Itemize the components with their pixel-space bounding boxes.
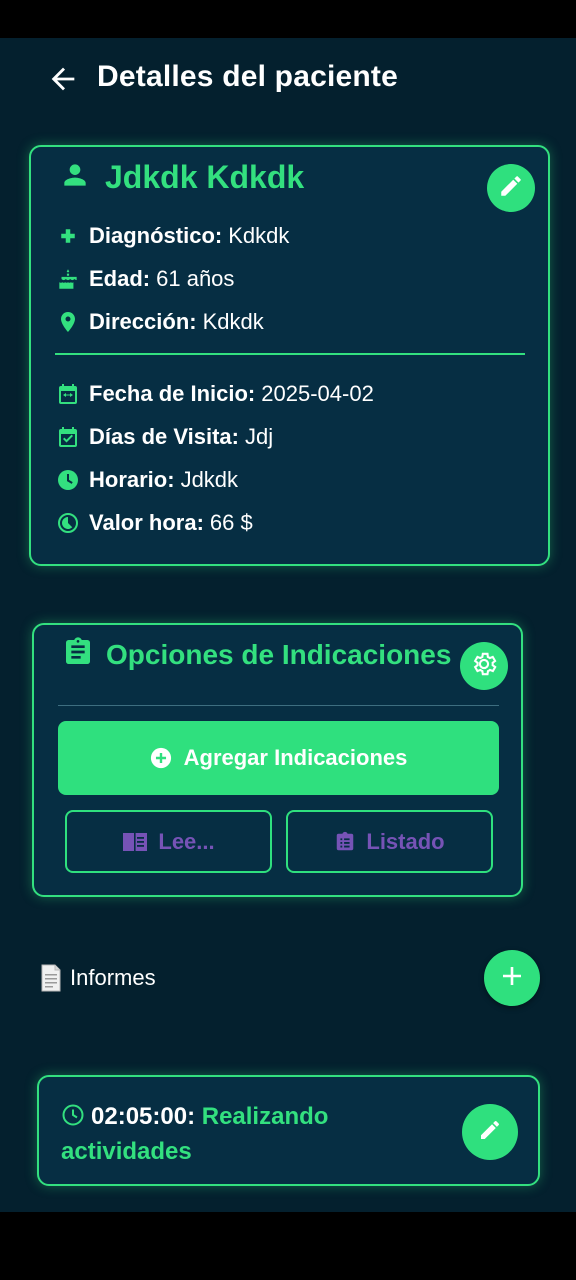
clock-icon (55, 467, 81, 493)
options-settings-button[interactable] (460, 642, 508, 690)
report-entry: 02:05:00: Realizando actividades (61, 1101, 461, 1168)
edit-report-button[interactable] (462, 1104, 518, 1160)
reports-label: Informes (70, 965, 156, 990)
pencil-icon (498, 173, 524, 204)
visit-days-row: Días de Visita: Jdj (55, 424, 273, 450)
options-divider (58, 705, 499, 706)
visit-days-value: Jdj (245, 424, 274, 449)
plus-icon (500, 964, 524, 993)
address-label: Dirección: (89, 309, 197, 334)
add-indications-button[interactable]: Agregar Indicaciones (58, 721, 499, 795)
add-report-button[interactable] (484, 950, 540, 1006)
patient-name: Jdkdk Kdkdk (105, 159, 305, 195)
schedule-label: Horario: (89, 467, 175, 492)
visit-days-label: Días de Visita: (89, 424, 239, 449)
schedule-value: Jdkdk (180, 467, 239, 492)
address-value: Kdkdk (202, 309, 264, 334)
add-circle-icon (150, 747, 172, 769)
reports-section-label: Informes (38, 964, 156, 992)
age-value: 61 años (156, 266, 235, 291)
options-title: Opciones de Indicaciones (106, 638, 452, 670)
plus-icon (55, 223, 81, 249)
list-label: Listado (366, 828, 445, 854)
start-date-row: Fecha de Inicio: 2025-04-02 (55, 381, 374, 407)
person-icon (59, 159, 91, 196)
address-row: Dirección: Kdkdk (55, 309, 264, 335)
location-pin-icon (55, 309, 81, 335)
hourly-rate-value: 66 $ (209, 510, 253, 535)
diagnosis-row: Diagnóstico: Kdkdk (55, 223, 289, 249)
clock-outline-icon (61, 1103, 85, 1136)
cake-icon (55, 266, 81, 292)
report-card: 02:05:00: Realizando actividades (37, 1075, 540, 1186)
clipboard-list-icon (334, 830, 356, 854)
report-time: 02:05:00: (91, 1103, 196, 1130)
calendar-range-icon (55, 381, 81, 407)
divider (55, 353, 525, 355)
patient-name-row: Jdkdk Kdkdk (59, 159, 304, 196)
book-icon (122, 831, 148, 853)
patient-card: Jdkdk Kdkdk Diagnóstico: Kdkdk Edad: 61 … (29, 145, 550, 566)
hourly-rate-row: Valor hora: 66 $ (55, 510, 253, 536)
page-title: Detalles del paciente (97, 60, 398, 93)
timelapse-icon (55, 510, 81, 536)
list-button[interactable]: Listado (286, 810, 493, 873)
schedule-row: Horario: Jdkdk (55, 467, 238, 493)
start-date-value: 2025-04-02 (261, 381, 374, 406)
diagnosis-value: Kdkdk (228, 223, 290, 248)
document-icon (38, 964, 64, 992)
start-date-label: Fecha de Inicio: (89, 381, 256, 406)
patient-details-screen: Detalles del paciente Jdkdk Kdkdk Diagnó… (0, 38, 576, 1212)
pencil-icon (478, 1118, 502, 1147)
hourly-rate-label: Valor hora: (89, 510, 204, 535)
read-label: Lee... (158, 828, 215, 854)
indications-options-card: Opciones de Indicaciones Agregar Indicac… (32, 623, 523, 897)
age-row: Edad: 61 años (55, 266, 234, 292)
back-arrow-icon[interactable] (46, 62, 80, 96)
read-button[interactable]: Lee... (65, 810, 272, 873)
age-label: Edad: (89, 266, 151, 291)
calendar-check-icon (55, 424, 81, 450)
edit-patient-button[interactable] (487, 164, 535, 212)
add-indications-label: Agregar Indicaciones (183, 745, 408, 770)
options-header: Opciones de Indicaciones (62, 635, 451, 674)
gear-icon (470, 650, 498, 683)
clipboard-icon (62, 635, 94, 674)
diagnosis-label: Diagnóstico: (89, 223, 223, 248)
app-bar: Detalles del paciente (0, 38, 576, 122)
